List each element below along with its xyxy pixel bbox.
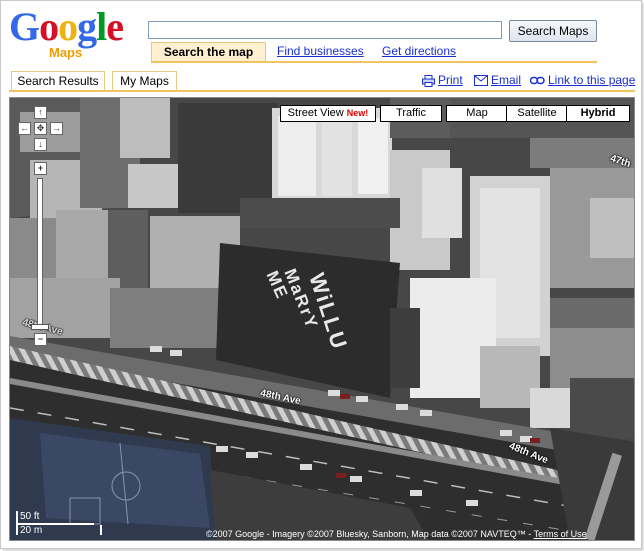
- tab-search-the-map[interactable]: Search the map: [151, 42, 266, 62]
- traffic-button[interactable]: Traffic: [380, 105, 442, 122]
- logo-letter: o: [58, 4, 78, 49]
- street-view-label: Street View: [287, 107, 344, 119]
- search-maps-button[interactable]: Search Maps: [509, 20, 597, 42]
- logo-product-name: Maps: [49, 45, 83, 60]
- pan-down-icon[interactable]: ↓: [34, 138, 47, 151]
- map-type-button[interactable]: Map: [446, 105, 508, 122]
- search-input[interactable]: [148, 21, 502, 39]
- hybrid-button[interactable]: Hybrid: [566, 105, 630, 122]
- pan-left-icon[interactable]: ←: [18, 122, 31, 135]
- pan-up-icon[interactable]: ↑: [34, 106, 47, 119]
- tab-find-businesses[interactable]: Find businesses: [277, 44, 364, 58]
- zoom-slider-thumb[interactable]: [31, 324, 49, 330]
- logo-wordmark: Google: [9, 7, 139, 47]
- link-to-page-label[interactable]: Link to this page: [548, 73, 635, 87]
- zoom-slider-track[interactable]: [37, 178, 43, 330]
- printer-icon: [422, 74, 435, 87]
- logo-letter: g: [77, 4, 97, 49]
- tab-get-directions[interactable]: Get directions: [382, 44, 456, 58]
- email-label[interactable]: Email: [491, 73, 521, 87]
- copyright-text: ©2007 Google - Imagery ©2007 Bluesky, Sa…: [206, 529, 534, 539]
- terms-of-use-link[interactable]: Terms of Use: [534, 529, 587, 539]
- tab-search-results[interactable]: Search Results: [11, 71, 105, 91]
- panel-tabs-divider: [9, 90, 635, 92]
- search-tabs-divider: [151, 61, 597, 63]
- scale-label-meters: 20 m: [20, 525, 43, 536]
- logo-letter: o: [39, 4, 59, 49]
- scale-bar-tick: [100, 525, 102, 535]
- map-copyright: ©2007 Google - Imagery ©2007 Bluesky, Sa…: [206, 529, 587, 539]
- pan-right-icon[interactable]: →: [50, 122, 63, 135]
- chain-link-icon: [530, 77, 545, 85]
- scale-label-feet: 50 ft: [20, 511, 40, 522]
- zoom-out-icon[interactable]: −: [34, 333, 47, 346]
- logo-letter: l: [96, 4, 107, 49]
- link-to-page[interactable]: Link to this page: [530, 73, 635, 87]
- scale-bar: 50 ft 20 m: [16, 511, 102, 537]
- print-link[interactable]: Print: [422, 73, 463, 87]
- browser-frame: Google Maps Search Maps Search the map F…: [0, 0, 642, 549]
- google-maps-logo[interactable]: Google Maps: [9, 7, 139, 61]
- satellite-button[interactable]: Satellite: [506, 105, 568, 122]
- zoom-in-icon[interactable]: +: [34, 162, 47, 175]
- tab-my-maps[interactable]: My Maps: [112, 71, 177, 91]
- logo-letter: G: [9, 4, 40, 49]
- email-link[interactable]: Email: [474, 73, 521, 87]
- print-label[interactable]: Print: [438, 73, 463, 87]
- logo-letter: e: [106, 4, 124, 49]
- envelope-icon: [474, 75, 488, 87]
- map-canvas[interactable]: WiLLU MaRrY ME 48th Ave 48th Ave 47th 48…: [9, 97, 635, 541]
- pan-center-icon[interactable]: ✥: [34, 122, 47, 135]
- new-badge: New!: [346, 108, 369, 118]
- street-view-button[interactable]: Street View New!: [280, 105, 376, 122]
